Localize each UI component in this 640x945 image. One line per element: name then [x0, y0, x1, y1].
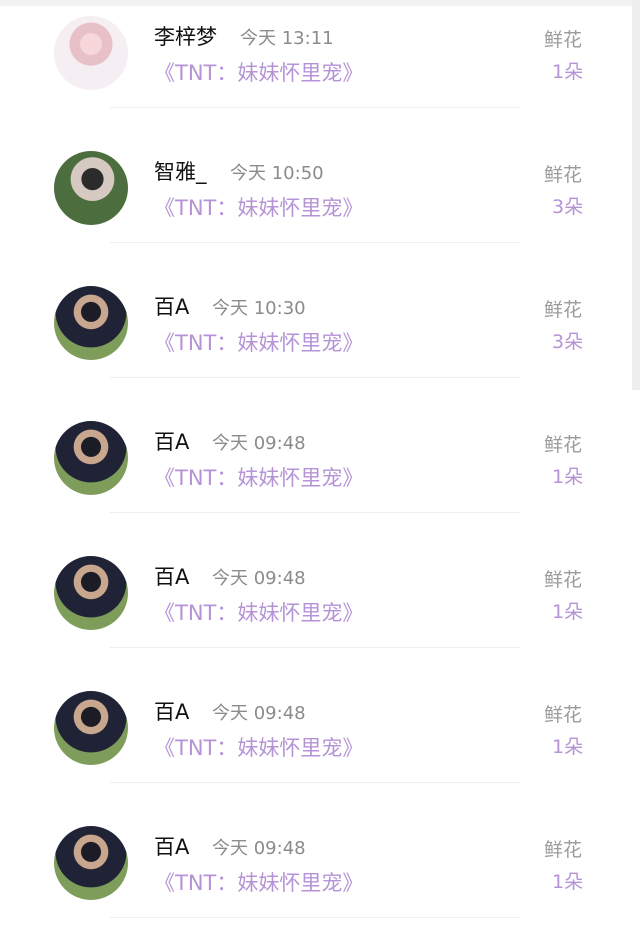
- user-name[interactable]: 百A: [154, 426, 189, 456]
- row-divider: [110, 377, 520, 378]
- book-title[interactable]: 《TNT：妹妹怀里宠》: [154, 327, 363, 357]
- row-divider: [110, 242, 520, 243]
- avatar[interactable]: [54, 286, 128, 360]
- avatar[interactable]: [54, 151, 128, 225]
- avatar[interactable]: [54, 421, 128, 495]
- list-item[interactable]: 百A 今天 09:48 《TNT：妹妹怀里宠》 鲜花 1朵: [0, 810, 640, 945]
- timestamp: 今天 10:30: [212, 298, 306, 319]
- row-divider: [110, 917, 520, 918]
- list-item[interactable]: 智雅_ 今天 10:50 《TNT：妹妹怀里宠》 鲜花 3朵: [0, 135, 640, 270]
- user-name[interactable]: 智雅_: [154, 156, 207, 186]
- gift-type-label: 鲜花: [544, 839, 583, 861]
- gift-type-label: 鲜花: [544, 299, 583, 321]
- user-name[interactable]: 百A: [154, 561, 189, 591]
- gift-count: 1朵: [552, 871, 584, 893]
- gift-type-label: 鲜花: [544, 569, 583, 591]
- avatar[interactable]: [54, 556, 128, 630]
- gift-count: 3朵: [552, 196, 584, 218]
- book-title[interactable]: 《TNT：妹妹怀里宠》: [154, 462, 363, 492]
- user-name[interactable]: 百A: [154, 291, 189, 321]
- user-name[interactable]: 百A: [154, 831, 189, 861]
- book-title[interactable]: 《TNT：妹妹怀里宠》: [154, 597, 363, 627]
- list-item[interactable]: 百A 今天 09:48 《TNT：妹妹怀里宠》 鲜花 1朵: [0, 405, 640, 540]
- timestamp: 今天 09:48: [212, 568, 306, 589]
- row-divider: [110, 512, 520, 513]
- avatar[interactable]: [54, 16, 128, 90]
- gift-count: 1朵: [552, 736, 584, 758]
- list-item[interactable]: 百A 今天 10:30 《TNT：妹妹怀里宠》 鲜花 3朵: [0, 270, 640, 405]
- avatar[interactable]: [54, 826, 128, 900]
- scrollbar[interactable]: [632, 0, 640, 390]
- gift-count: 1朵: [552, 61, 584, 83]
- gift-type-label: 鲜花: [544, 164, 583, 186]
- list-item[interactable]: 百A 今天 09:48 《TNT：妹妹怀里宠》 鲜花 1朵: [0, 675, 640, 810]
- timestamp: 今天 09:48: [212, 838, 306, 859]
- list-item[interactable]: 李梓梦 今天 13:11 《TNT：妹妹怀里宠》 鲜花 1朵: [0, 0, 640, 135]
- row-divider: [110, 782, 520, 783]
- timestamp: 今天 13:11: [240, 28, 334, 49]
- book-title[interactable]: 《TNT：妹妹怀里宠》: [154, 867, 363, 897]
- gift-count: 1朵: [552, 601, 584, 623]
- timestamp: 今天 10:50: [230, 163, 324, 184]
- timestamp: 今天 09:48: [212, 703, 306, 724]
- timestamp: 今天 09:48: [212, 433, 306, 454]
- gift-count: 3朵: [552, 331, 584, 353]
- gift-count: 1朵: [552, 466, 584, 488]
- avatar[interactable]: [54, 691, 128, 765]
- row-divider: [110, 107, 520, 108]
- user-name[interactable]: 百A: [154, 696, 189, 726]
- book-title[interactable]: 《TNT：妹妹怀里宠》: [154, 57, 363, 87]
- gift-record-list: 李梓梦 今天 13:11 《TNT：妹妹怀里宠》 鲜花 1朵 智雅_ 今天 10…: [0, 0, 640, 940]
- row-divider: [110, 647, 520, 648]
- gift-type-label: 鲜花: [544, 29, 583, 51]
- gift-type-label: 鲜花: [544, 704, 583, 726]
- list-item[interactable]: 百A 今天 09:48 《TNT：妹妹怀里宠》 鲜花 1朵: [0, 540, 640, 675]
- book-title[interactable]: 《TNT：妹妹怀里宠》: [154, 732, 363, 762]
- book-title[interactable]: 《TNT：妹妹怀里宠》: [154, 192, 363, 222]
- gift-type-label: 鲜花: [544, 434, 583, 456]
- user-name[interactable]: 李梓梦: [154, 21, 217, 51]
